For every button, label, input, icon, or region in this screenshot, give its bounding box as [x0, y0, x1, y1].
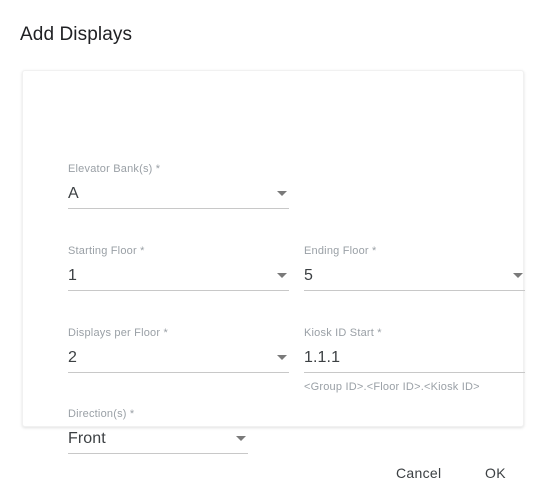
cancel-button[interactable]: Cancel [388, 455, 449, 491]
chevron-down-icon[interactable] [277, 355, 287, 360]
field-label-starting-floor: Starting Floor * [68, 245, 145, 257]
field-direction: Direction(s) * Front [68, 408, 248, 454]
field-value-direction: Front [68, 430, 106, 447]
chevron-down-icon[interactable] [513, 273, 523, 278]
field-value-starting-floor: 1 [68, 267, 77, 284]
add-displays-card: Elevator Bank(s) * A Starting Floor * 1 … [22, 70, 525, 454]
field-value-ending-floor: 5 [304, 267, 313, 284]
select-elevator-bank[interactable]: A [68, 183, 289, 209]
field-value-kiosk-id-start: 1.1.1 [304, 349, 341, 366]
field-starting-floor: Starting Floor * 1 [68, 245, 289, 291]
dialog-actions: Cancel OK [0, 455, 546, 495]
ok-button[interactable]: OK [477, 455, 514, 491]
field-displays-per-floor: Displays per Floor * 2 [68, 327, 289, 373]
field-label-direction: Direction(s) * [68, 408, 135, 420]
chevron-down-icon[interactable] [236, 436, 246, 441]
field-label-displays-per-floor: Displays per Floor * [68, 327, 168, 339]
field-elevator-bank: Elevator Bank(s) * A [68, 163, 289, 209]
field-label-elevator-bank: Elevator Bank(s) * [68, 163, 161, 175]
field-ending-floor: Ending Floor * 5 [304, 245, 525, 291]
chevron-down-icon[interactable] [277, 273, 287, 278]
field-value-elevator-bank: A [68, 185, 79, 202]
chevron-down-icon[interactable] [277, 191, 287, 196]
field-hint-kiosk-id-start: <Group ID>.<Floor ID>.<Kiosk ID> [304, 381, 480, 393]
select-displays-per-floor[interactable]: 2 [68, 347, 289, 373]
select-starting-floor[interactable]: 1 [68, 265, 289, 291]
field-label-kiosk-id-start: Kiosk ID Start * [304, 327, 382, 339]
select-direction[interactable]: Front [68, 428, 248, 454]
field-value-displays-per-floor: 2 [68, 349, 77, 366]
page-title: Add Displays [20, 24, 133, 45]
field-label-ending-floor: Ending Floor * [304, 245, 377, 257]
field-kiosk-id-start: Kiosk ID Start * 1.1.1 <Group ID>.<Floor… [304, 327, 525, 394]
select-ending-floor[interactable]: 5 [304, 265, 525, 291]
input-kiosk-id-start[interactable]: 1.1.1 [304, 347, 525, 373]
